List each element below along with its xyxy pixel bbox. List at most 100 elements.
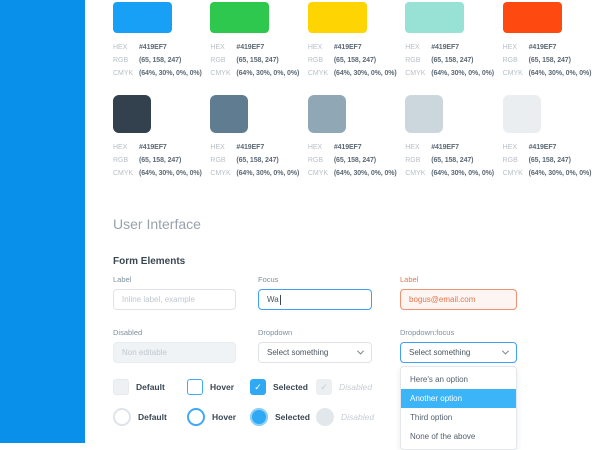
chevron-down-icon: [357, 348, 364, 355]
field-label-caption: Label: [113, 275, 236, 284]
cmyk-value: (64%, 30%, 0%, 0%): [236, 67, 299, 80]
input-placeholder: Non editable: [122, 348, 167, 357]
hex-value: #419EF7: [334, 141, 362, 154]
checkbox-label: Disabled: [339, 382, 372, 392]
hex-label: HEX: [405, 41, 431, 54]
cmyk-label: CMYK: [210, 67, 236, 80]
field-disabled-caption: Disabled: [113, 328, 236, 337]
radio-icon[interactable]: [250, 408, 268, 426]
field-label: Label Inline label, example: [113, 275, 236, 310]
field-disabled: Disabled Non editable: [113, 328, 236, 363]
dropdown-select-focused[interactable]: Select something: [400, 342, 517, 363]
radio-label: Hover: [212, 412, 236, 422]
main-content: HEX#419EF7 RGB(65, 158, 247) CMYK(64%, 3…: [85, 0, 600, 443]
cmyk-value: (64%, 30%, 0%, 0%): [139, 67, 202, 80]
rgb-value: (65, 158, 247): [334, 154, 376, 167]
hex-value: #419EF7: [431, 141, 459, 154]
radio-row: Default Hover Selected Disabled: [113, 408, 600, 426]
rgb-value: (65, 158, 247): [529, 154, 571, 167]
radio-hover[interactable]: Hover: [187, 408, 250, 426]
hex-value: #419EF7: [529, 41, 557, 54]
rgb-label: RGB: [405, 154, 431, 167]
text-input-default[interactable]: Inline label, example: [113, 289, 236, 310]
cmyk-value: (64%, 30%, 0%, 0%): [139, 167, 202, 180]
hex-label: HEX: [405, 141, 431, 154]
cmyk-label: CMYK: [503, 167, 529, 180]
rgb-label: RGB: [308, 54, 334, 67]
field-dropdown-caption: Dropdown: [258, 328, 372, 337]
color-card: HEX#419EF7 RGB(65, 158, 247) CMYK(64%, 3…: [405, 80, 502, 180]
cmyk-label: CMYK: [210, 167, 236, 180]
checkbox-icon[interactable]: [113, 379, 129, 395]
color-spec: HEX#419EF7 RGB(65, 158, 247) CMYK(64%, 3…: [308, 41, 405, 80]
cmyk-value: (64%, 30%, 0%, 0%): [529, 67, 592, 80]
rgb-value: (65, 158, 247): [529, 54, 571, 67]
rgb-label: RGB: [113, 54, 139, 67]
hex-value: #419EF7: [236, 41, 264, 54]
field-dropdown-focus-caption: Dropdown:focus: [400, 328, 517, 337]
rgb-label: RGB: [113, 154, 139, 167]
hex-label: HEX: [113, 141, 139, 154]
dropdown-option[interactable]: Here's an option: [401, 370, 516, 389]
dropdown-value: Select something: [267, 348, 328, 357]
text-input-disabled: Non editable: [113, 342, 236, 363]
radio-selected[interactable]: Selected: [250, 408, 316, 426]
radio-default[interactable]: Default: [113, 408, 187, 426]
radio-icon[interactable]: [113, 408, 131, 426]
dropdown-option-highlighted[interactable]: Another option: [401, 389, 516, 408]
color-swatch-green: [210, 2, 269, 33]
radio-label: Selected: [275, 412, 310, 422]
hex-value: #419EF7: [236, 141, 264, 154]
rgb-value: (65, 158, 247): [139, 154, 181, 167]
field-focus: Focus Wa: [258, 275, 372, 310]
section-title: Form Elements: [113, 256, 600, 267]
dropdown-option[interactable]: None of the above: [401, 427, 516, 446]
form-row-dropdowns: Disabled Non editable Dropdown Select so…: [113, 328, 600, 363]
color-spec: HEX#419EF7 RGB(65, 158, 247) CMYK(64%, 3…: [113, 141, 210, 180]
color-swatch-light-slate: [308, 95, 346, 133]
color-swatch-dark-slate: [113, 95, 151, 133]
radio-disabled: Disabled: [316, 408, 374, 426]
radio-label: Disabled: [341, 412, 374, 422]
checkbox-hover[interactable]: Hover: [187, 379, 250, 395]
form-row-inputs: Label Inline label, example Focus Wa Lab…: [113, 275, 600, 310]
text-input-focus[interactable]: Wa: [258, 289, 372, 310]
hex-label: HEX: [113, 41, 139, 54]
radio-icon[interactable]: [187, 408, 205, 426]
rgb-label: RGB: [210, 54, 236, 67]
dropdown-menu: Here's an option Another option Third op…: [400, 366, 517, 450]
color-spec: HEX#419EF7 RGB(65, 158, 247) CMYK(64%, 3…: [113, 41, 210, 80]
checkbox-icon: ✓: [316, 379, 332, 395]
checkbox-label: Default: [136, 382, 165, 392]
field-error-caption: Label: [400, 275, 517, 284]
hex-value: #419EF7: [139, 141, 167, 154]
color-spec: HEX#419EF7 RGB(65, 158, 247) CMYK(64%, 3…: [308, 141, 405, 180]
color-card: HEX#419EF7 RGB(65, 158, 247) CMYK(64%, 3…: [308, 2, 405, 80]
color-swatch-slate: [210, 95, 248, 133]
color-spec: HEX#419EF7 RGB(65, 158, 247) CMYK(64%, 3…: [405, 41, 502, 80]
dropdown-option[interactable]: Third option: [401, 408, 516, 427]
color-spec: HEX#419EF7 RGB(65, 158, 247) CMYK(64%, 3…: [210, 41, 307, 80]
checkbox-icon[interactable]: [187, 379, 203, 395]
color-swatch-blue: [113, 2, 172, 33]
cmyk-value: (64%, 30%, 0%, 0%): [431, 67, 494, 80]
cmyk-label: CMYK: [113, 167, 139, 180]
rgb-label: RGB: [503, 154, 529, 167]
color-card: HEX#419EF7 RGB(65, 158, 247) CMYK(64%, 3…: [503, 80, 600, 180]
text-input-error[interactable]: bogus@email.com: [400, 289, 517, 310]
color-card: HEX#419EF7 RGB(65, 158, 247) CMYK(64%, 3…: [405, 2, 502, 80]
rgb-label: RGB: [210, 154, 236, 167]
rgb-value: (65, 158, 247): [334, 54, 376, 67]
text-cursor: [280, 295, 281, 305]
checkbox-icon[interactable]: ✓: [250, 379, 266, 395]
checkbox-selected[interactable]: ✓ Selected: [250, 379, 316, 395]
rgb-value: (65, 158, 247): [236, 54, 278, 67]
cmyk-value: (64%, 30%, 0%, 0%): [431, 167, 494, 180]
dropdown-select[interactable]: Select something: [258, 342, 372, 363]
color-spec: HEX#419EF7 RGB(65, 158, 247) CMYK(64%, 3…: [503, 41, 600, 80]
checkbox-default[interactable]: Default: [113, 379, 187, 395]
palette-row-grays: HEX#419EF7 RGB(65, 158, 247) CMYK(64%, 3…: [113, 80, 600, 180]
color-card: HEX#419EF7 RGB(65, 158, 247) CMYK(64%, 3…: [503, 2, 600, 80]
color-swatch-yellow: [308, 2, 367, 33]
input-value: bogus@email.com: [409, 295, 475, 304]
